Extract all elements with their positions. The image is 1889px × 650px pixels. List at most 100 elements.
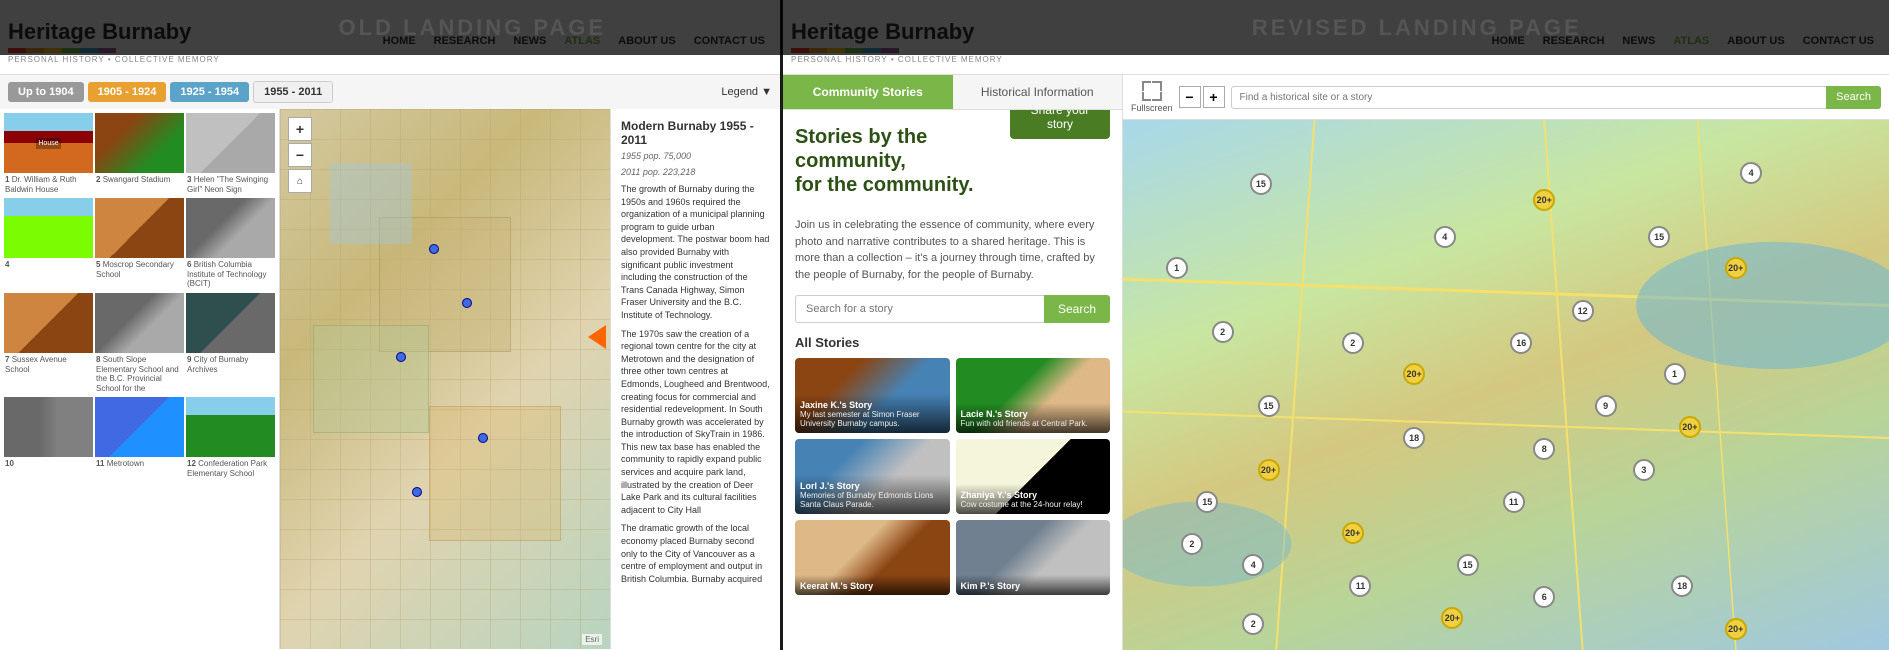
- story-author-lacie: Lacie N.'s Story: [961, 409, 1106, 419]
- map-marker-17[interactable]: 3: [1633, 459, 1655, 481]
- story-card-keerat[interactable]: Keerat M.'s Story: [795, 520, 950, 595]
- story-card-jaxine[interactable]: Jaxine K.'s Story My last semester at Si…: [795, 358, 950, 433]
- gallery-caption-9: 9 City of Burnaby Archives: [186, 353, 275, 376]
- new-zoom-out-btn[interactable]: −: [1179, 86, 1201, 108]
- new-content: Community Stories Historical Information…: [783, 75, 1889, 650]
- story-author-keerat: Keerat M.'s Story: [800, 581, 945, 591]
- tab-1925-1954[interactable]: 1925 - 1954: [170, 82, 249, 102]
- map-marker-18[interactable]: 15: [1196, 491, 1218, 513]
- map-marker-24[interactable]: 11: [1349, 575, 1371, 597]
- map-marker-1[interactable]: 15: [1250, 173, 1272, 195]
- map-marker-29[interactable]: 20+: [1725, 618, 1747, 640]
- map-roads-svg: [1123, 120, 1889, 650]
- map-marker-2[interactable]: 20+: [1533, 189, 1555, 211]
- new-map-panel: Fullscreen − + Search: [1123, 75, 1889, 650]
- story-card-jaxine-overlay: Jaxine K.'s Story My last semester at Si…: [795, 394, 950, 433]
- map-marker-26[interactable]: 18: [1671, 575, 1693, 597]
- gallery-item-7[interactable]: 7 Sussex Avenue School: [4, 293, 93, 395]
- gallery-item-3[interactable]: 3 Helen "The Swinging Girl" Neon Sign: [186, 113, 275, 196]
- map-marker-10[interactable]: 20+: [1403, 363, 1425, 385]
- map-pin-4[interactable]: [478, 433, 488, 443]
- map-pin-1[interactable]: [429, 244, 439, 254]
- fullscreen-icon[interactable]: [1142, 81, 1162, 101]
- map-marker-27[interactable]: 2: [1242, 613, 1264, 635]
- new-page: Heritage Burnaby PERSONAL HISTORY • COLL…: [783, 0, 1889, 650]
- map-marker-22[interactable]: 15: [1457, 554, 1479, 576]
- map-pin-2[interactable]: [462, 298, 472, 308]
- old-content: House 1 Dr. William & Ruth Baldwin House…: [0, 109, 780, 649]
- new-logo-subtitle: PERSONAL HISTORY • COLLECTIVE MEMORY: [791, 55, 1003, 64]
- new-zoom-in-btn[interactable]: +: [1203, 86, 1225, 108]
- tab-community-stories[interactable]: Community Stories: [783, 75, 953, 109]
- old-gallery: House 1 Dr. William & Ruth Baldwin House…: [0, 109, 280, 649]
- old-zoom-out-btn[interactable]: −: [288, 143, 312, 167]
- gallery-item-11[interactable]: 11 Metrotown: [95, 397, 184, 480]
- map-marker-32[interactable]: 18: [1403, 427, 1425, 449]
- map-pin-5[interactable]: [412, 487, 422, 497]
- old-legend[interactable]: Legend ▼: [721, 86, 772, 98]
- tab-up-to-1904[interactable]: Up to 1904: [8, 82, 84, 102]
- gallery-caption-11: 11 Metrotown: [95, 457, 184, 471]
- map-search-button[interactable]: Search: [1826, 86, 1881, 109]
- map-marker-16[interactable]: 20+: [1258, 459, 1280, 481]
- tab-1905-1924[interactable]: 1905 - 1924: [88, 82, 167, 102]
- map-marker-25[interactable]: 6: [1533, 586, 1555, 608]
- story-card-zhaniya[interactable]: Zhaniya Y.'s Story Cow costume at the 24…: [956, 439, 1111, 514]
- map-marker-14[interactable]: 20+: [1679, 416, 1701, 438]
- gallery-item-1[interactable]: House 1 Dr. William & Ruth Baldwin House: [4, 113, 93, 196]
- old-text-para2: The 1970s saw the creation of a regional…: [621, 328, 770, 517]
- map-marker-31[interactable]: 4: [1434, 226, 1456, 248]
- map-zone-2: [313, 325, 429, 433]
- gallery-item-12[interactable]: 12 Confederation Park Elementary School: [186, 397, 275, 480]
- gallery-item-4[interactable]: 4: [4, 198, 93, 291]
- gallery-caption-3: 3 Helen "The Swinging Girl" Neon Sign: [186, 173, 275, 196]
- map-marker-30[interactable]: 2: [1342, 332, 1364, 354]
- stories-tabs: Community Stories Historical Information: [783, 75, 1122, 110]
- old-home-btn[interactable]: ⌂: [288, 169, 312, 193]
- map-marker-9[interactable]: 16: [1510, 332, 1532, 354]
- gallery-caption-1: 1 Dr. William & Ruth Baldwin House: [4, 173, 93, 196]
- share-story-button[interactable]: Share your story: [1010, 110, 1110, 139]
- map-marker-3[interactable]: 4: [1740, 162, 1762, 184]
- map-marker-19[interactable]: 11: [1503, 491, 1525, 513]
- story-card-kim[interactable]: Kim P.'s Story: [956, 520, 1111, 595]
- map-search-input[interactable]: [1231, 86, 1827, 109]
- map-marker-7[interactable]: 2: [1212, 321, 1234, 343]
- map-pin-3[interactable]: [396, 352, 406, 362]
- map-marker-28[interactable]: 20+: [1441, 607, 1463, 629]
- story-search-input[interactable]: [795, 295, 1044, 323]
- map-marker-11[interactable]: 1: [1664, 363, 1686, 385]
- story-search-button[interactable]: Search: [1044, 295, 1110, 323]
- gallery-item-2[interactable]: 2 Swangard Stadium: [95, 113, 184, 196]
- story-card-lorl-overlay: Lorl J.'s Story Memories of Burnaby Edmo…: [795, 475, 950, 514]
- map-marker-23[interactable]: 4: [1242, 554, 1264, 576]
- tab-1955-2011[interactable]: 1955 - 2011: [253, 81, 333, 103]
- story-card-lorl[interactable]: Lorl J.'s Story Memories of Burnaby Edmo…: [795, 439, 950, 514]
- gallery-item-10[interactable]: 10: [4, 397, 93, 480]
- map-marker-21[interactable]: 20+: [1342, 522, 1364, 544]
- story-author-zhaniya: Zhaniya Y.'s Story: [961, 490, 1106, 500]
- new-label-text: REVISED LANDING PAGE: [1252, 15, 1582, 41]
- gallery-item-9[interactable]: 9 City of Burnaby Archives: [186, 293, 275, 395]
- gallery-item-8[interactable]: 8 South Slope Elementary School and the …: [95, 293, 184, 395]
- map-marker-5[interactable]: 15: [1648, 226, 1670, 248]
- map-marker-20[interactable]: 2: [1181, 533, 1203, 555]
- map-marker-8[interactable]: 12: [1572, 300, 1594, 322]
- map-marker-12[interactable]: 15: [1258, 395, 1280, 417]
- map-marker-15[interactable]: 8: [1533, 438, 1555, 460]
- old-map: + − ⌂: [280, 109, 610, 649]
- stories-header-row: Stories by the community,for the communi…: [795, 125, 1110, 207]
- map-marker-13[interactable]: 9: [1595, 395, 1617, 417]
- map-marker-4[interactable]: 1: [1166, 257, 1188, 279]
- gallery-item-5[interactable]: 5 Moscrop Secondary School: [95, 198, 184, 291]
- story-card-lacie[interactable]: Lacie N.'s Story Fun with old friends at…: [956, 358, 1111, 433]
- map-marker-6[interactable]: 20+: [1725, 257, 1747, 279]
- old-zoom-in-btn[interactable]: +: [288, 117, 312, 141]
- gallery-caption-5: 5 Moscrop Secondary School: [95, 258, 184, 281]
- gallery-item-6[interactable]: 6 British Columbia Institute of Technolo…: [186, 198, 275, 291]
- story-author-kim: Kim P.'s Story: [961, 581, 1106, 591]
- gallery-caption-10: 10: [4, 457, 93, 471]
- new-map-zoom: − +: [1179, 86, 1225, 108]
- tab-historical-info[interactable]: Historical Information: [953, 75, 1123, 109]
- old-text-title: Modern Burnaby 1955 - 2011: [621, 119, 770, 147]
